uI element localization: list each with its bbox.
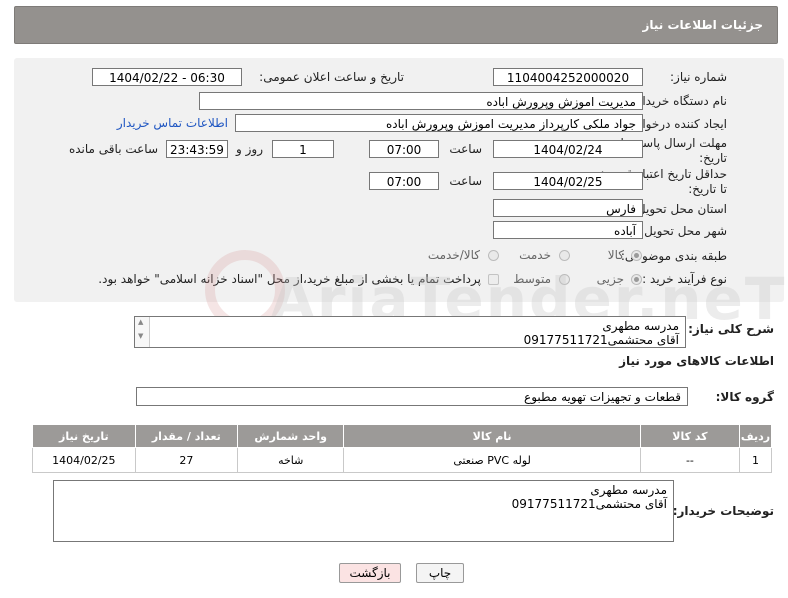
description-scrollbar[interactable]: ▲ ▼ bbox=[135, 317, 150, 347]
days-label: روز و bbox=[236, 142, 263, 156]
city-label: شهر محل تحویل: bbox=[640, 224, 727, 238]
page-header: جزئیات اطلاعات نیاز bbox=[14, 6, 778, 44]
col-qty: تعداد / مقدار bbox=[134, 424, 239, 448]
deadline-label-date: تاریخ: bbox=[699, 151, 727, 165]
scroll-down-icon: ▼ bbox=[138, 332, 144, 340]
col-name: نام کالا bbox=[343, 424, 641, 448]
validity-label-date: تا تاریخ: bbox=[688, 182, 727, 196]
scroll-up-icon: ▲ bbox=[138, 318, 144, 326]
category-option-service: خدمت bbox=[519, 248, 551, 262]
buyer-org-field: مدیریت اموزش وپرورش اباده bbox=[199, 92, 643, 110]
goods-section-title: اطلاعات کالاهای مورد نیاز bbox=[619, 354, 774, 368]
requester-field: جواد ملکی کارپرداز مدیریت اموزش وپرورش ا… bbox=[235, 114, 643, 132]
description-textarea[interactable]: مدرسه مطهری آقای محتشمی09177511721 bbox=[134, 316, 686, 348]
details-panel: شماره نیاز: 1104004252000020 تاریخ و ساع… bbox=[14, 58, 784, 302]
cell-code: -- bbox=[639, 447, 741, 473]
province-label: استان محل تحویل: bbox=[632, 202, 727, 216]
back-button[interactable]: بازگشت bbox=[339, 563, 401, 583]
buyer-contact-link[interactable]: اطلاعات تماس خریدار bbox=[117, 116, 228, 130]
cell-unit: شاخه bbox=[236, 447, 345, 473]
goods-table: ردیف کد کالا نام کالا واحد شمارش تعداد /… bbox=[32, 424, 772, 473]
validity-time-field: 07:00 bbox=[369, 172, 439, 190]
buyer-notes-label: توضیحات خریدار: bbox=[672, 504, 774, 518]
goods-table-header: ردیف کد کالا نام کالا واحد شمارش تعداد /… bbox=[32, 424, 772, 448]
need-number-field: 1104004252000020 bbox=[493, 68, 643, 86]
col-code: کد کالا bbox=[639, 424, 741, 448]
deadline-time-label: ساعت bbox=[449, 142, 482, 156]
cell-qty: 27 bbox=[134, 447, 239, 473]
validity-date-field: 1404/02/25 bbox=[493, 172, 643, 190]
col-row: ردیف bbox=[739, 424, 772, 448]
process-radio-medium[interactable] bbox=[559, 274, 570, 285]
print-button[interactable]: چاپ bbox=[416, 563, 464, 583]
buyer-notes-textarea: مدرسه مطهری آقای محتشمی09177511721 bbox=[53, 480, 674, 542]
category-radio-service[interactable] bbox=[559, 250, 570, 261]
goods-group-label: گروه کالا: bbox=[715, 390, 774, 404]
process-radio-minor[interactable] bbox=[631, 274, 642, 285]
cell-date: 1404/02/25 bbox=[32, 447, 136, 473]
time-remaining-field: 23:43:59 bbox=[166, 140, 228, 158]
city-field: آباده bbox=[493, 221, 643, 239]
deadline-time-field: 07:00 bbox=[369, 140, 439, 158]
payment-note: پرداخت تمام یا بخشی از مبلغ خرید،از محل … bbox=[98, 272, 481, 286]
col-unit: واحد شمارش bbox=[236, 424, 345, 448]
category-radio-goods[interactable] bbox=[631, 250, 642, 261]
table-row: 1 -- لوله PVC صنعتی شاخه 27 1404/02/25 bbox=[32, 447, 772, 473]
process-option-medium: متوسط bbox=[513, 272, 551, 286]
goods-group-field: قطعات و تجهیزات تهویه مطبوع bbox=[136, 387, 688, 406]
category-option-goods: کالا bbox=[607, 248, 624, 262]
page-title: جزئیات اطلاعات نیاز bbox=[642, 18, 763, 32]
province-field: فارس bbox=[493, 199, 643, 217]
process-label: نوع فرآیند خرید : bbox=[642, 272, 727, 286]
process-option-minor: جزیی bbox=[596, 272, 624, 286]
announce-label: تاریخ و ساعت اعلان عمومی: bbox=[259, 70, 404, 84]
announce-field: 1404/02/22 - 06:30 bbox=[92, 68, 242, 86]
cell-name: لوله PVC صنعتی bbox=[343, 447, 641, 473]
days-remaining-field: 1 bbox=[272, 140, 334, 158]
deadline-date-field: 1404/02/24 bbox=[493, 140, 643, 158]
category-option-goods-service: کالا/خدمت bbox=[427, 248, 480, 262]
need-number-label: شماره نیاز: bbox=[670, 70, 727, 84]
category-radio-goods-service[interactable] bbox=[488, 250, 499, 261]
validity-time-label: ساعت bbox=[449, 174, 482, 188]
buyer-org-label: نام دستگاه خریدار: bbox=[632, 94, 728, 108]
cell-row: 1 bbox=[739, 447, 772, 473]
col-date: تاریخ نیاز bbox=[32, 424, 136, 448]
description-label: شرح کلی نیاز: bbox=[688, 322, 774, 336]
treasury-checkbox[interactable] bbox=[488, 274, 499, 285]
time-remaining-label: ساعت باقی مانده bbox=[68, 142, 158, 156]
